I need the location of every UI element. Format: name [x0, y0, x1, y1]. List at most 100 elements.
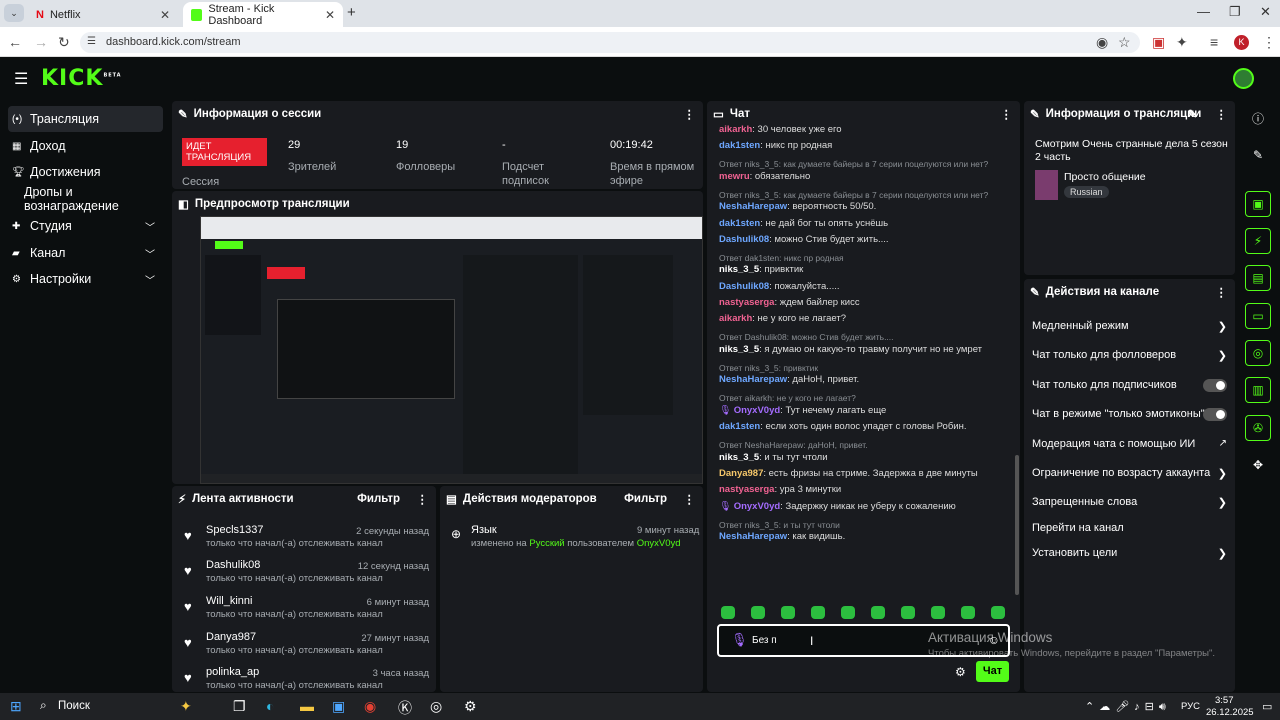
settings-app-icon[interactable]: ⚙ [464, 698, 477, 715]
action-age-restriction[interactable]: Ограничение по возрасту аккаунта ❯ [1032, 467, 1227, 480]
emotes-only-toggle[interactable] [1203, 408, 1227, 421]
bookmark-star-icon[interactable]: ☆ [1118, 34, 1131, 51]
chat-username[interactable]: aikarkh [719, 313, 752, 324]
action-banned-words[interactable]: Запрещенные слова ❯ [1032, 496, 1227, 509]
chat-username[interactable]: mewru [719, 171, 750, 182]
forward-icon[interactable]: → [34, 34, 48, 50]
reload-icon[interactable]: ↻ [58, 34, 70, 51]
more-icon[interactable]: ⋮ [417, 492, 429, 506]
profile-avatar[interactable]: K [1234, 35, 1249, 50]
activity-filter-button[interactable]: Фильтр [357, 493, 400, 505]
category-thumbnail[interactable] [1035, 170, 1058, 200]
close-tab-icon[interactable]: ✕ [160, 8, 170, 22]
eye-off-icon[interactable]: ◉ [1096, 34, 1108, 51]
tray-icons[interactable]: ⌃☁🎤︎♪⊟🔊︎ [1085, 700, 1171, 714]
chat-username[interactable]: NeshaHarepaw [719, 201, 787, 212]
emote-button[interactable] [901, 606, 915, 619]
close-window-icon[interactable]: ✕ [1260, 4, 1271, 20]
chat-username[interactable]: nastyaserga [719, 484, 774, 495]
action-go-to-channel[interactable]: Перейти на канал [1032, 522, 1227, 534]
clock-date[interactable]: 26.12.2025 [1206, 707, 1254, 718]
bolt-icon[interactable]: ⚡︎ [1245, 228, 1271, 254]
more-icon[interactable]: ⋮ [684, 107, 696, 121]
more-icon[interactable]: ⋮ [1216, 107, 1228, 121]
browser-tab-netflix[interactable]: N Netflix ✕ [28, 2, 178, 27]
back-icon[interactable]: ← [8, 34, 22, 50]
close-tab-icon[interactable]: ✕ [325, 8, 335, 22]
sidebar-item-achievements[interactable]: 🏆︎ Достижения [8, 159, 163, 185]
emote-button[interactable] [721, 606, 735, 619]
chat-username[interactable]: Danya987 [719, 468, 763, 479]
emote-button[interactable] [871, 606, 885, 619]
chat-username[interactable]: NeshaHarepaw [719, 531, 787, 542]
url-field[interactable]: dashboard.kick.com/stream [80, 32, 1140, 53]
task-view-icon[interactable]: ❐ [233, 698, 246, 715]
emote-button[interactable] [751, 606, 765, 619]
chat-username[interactable]: niks_3_5 [719, 344, 759, 355]
chat-username[interactable]: Dashulik08 [719, 234, 769, 245]
minimize-icon[interactable]: — [1197, 4, 1210, 19]
browser-menu-icon[interactable]: ⋮ [1262, 34, 1276, 51]
sidebar-item-channel[interactable]: ▰ Канал ﹀ [8, 240, 163, 266]
obs-icon[interactable]: ◎ [430, 698, 442, 715]
sidebar-item-settings[interactable]: ⚙ Настройки ﹀ [8, 266, 163, 292]
category-name[interactable]: Просто общение [1064, 171, 1146, 183]
add-widget-icon[interactable]: ✥ [1240, 452, 1276, 478]
widgets-icon[interactable]: ✦ [180, 698, 192, 715]
chat-username[interactable]: NeshaHarepaw [719, 374, 787, 385]
store-icon[interactable]: ▣ [332, 698, 345, 715]
more-icon[interactable]: ⋮ [1216, 285, 1228, 299]
action-ai-moderation[interactable]: Модерация чата с помощью ИИ ↗ [1032, 438, 1227, 450]
chat-username[interactable]: OnyxV0yd [734, 405, 780, 416]
user-avatar[interactable] [1233, 68, 1254, 89]
puzzle-icon[interactable]: ✦ [1176, 34, 1188, 51]
stream-preview-video[interactable] [200, 216, 703, 484]
chat-username[interactable]: OnyxV0yd [734, 501, 780, 512]
mod-filter-button[interactable]: Фильтр [624, 493, 667, 505]
chat-username[interactable]: niks_3_5 [719, 452, 759, 463]
tab-list-button[interactable]: ⌄ [4, 4, 24, 22]
search-icon[interactable]: ⌕ [40, 698, 47, 713]
emote-button[interactable] [781, 606, 795, 619]
file-explorer-icon[interactable]: ▬ [300, 698, 314, 714]
emote-button[interactable] [991, 606, 1005, 619]
chrome-icon[interactable]: ◉ [364, 698, 376, 715]
emote-button[interactable] [961, 606, 975, 619]
taskbar-search-label[interactable]: Поиск [58, 700, 90, 712]
chat-settings-icon[interactable]: ⚙ [955, 665, 966, 679]
tag-badge[interactable]: Russian [1064, 186, 1109, 198]
capture-icon[interactable]: ▣ [1245, 191, 1271, 217]
new-tab-button[interactable]: + [347, 4, 356, 21]
chat-send-button[interactable]: Чат [976, 661, 1009, 682]
info-icon[interactable]: ⓘ [1240, 105, 1276, 131]
notifications-icon[interactable]: ▭ [1262, 700, 1272, 713]
restore-icon[interactable]: ❐ [1229, 4, 1241, 20]
site-info-icon[interactable]: ☰ [87, 36, 96, 47]
chat-username[interactable]: nastyaserga [719, 297, 774, 308]
sidebar-item-revenue[interactable]: ▦ Доход [8, 133, 163, 159]
language-indicator[interactable]: РУС [1181, 701, 1200, 712]
edit-tool-icon[interactable]: ✎ [1240, 142, 1276, 168]
emote-button[interactable] [931, 606, 945, 619]
kick-app-icon[interactable]: Ⓚ [398, 698, 412, 718]
sidebar-item-studio[interactable]: ✚ Студия ﹀ [8, 213, 163, 239]
emote-button[interactable] [841, 606, 855, 619]
hamburger-menu-icon[interactable]: ☰ [14, 69, 28, 89]
action-set-goals[interactable]: Установить цели ❯ [1032, 547, 1227, 560]
chat-username[interactable]: niks_3_5 [719, 264, 759, 275]
emote-button[interactable] [811, 606, 825, 619]
sidebar-item-drops[interactable]: Дропы и вознаграждение [8, 185, 163, 213]
chat-username[interactable]: aikarkh [719, 124, 752, 135]
clock-time[interactable]: 3:57 [1215, 695, 1234, 706]
action-slow-mode[interactable]: Медленный режим ❯ [1032, 320, 1227, 333]
broadcast-tool-icon[interactable]: ◎ [1245, 340, 1271, 366]
layout-icon[interactable]: ▥ [1245, 377, 1271, 403]
chat-scrollbar[interactable] [1015, 455, 1019, 595]
notes-icon[interactable]: ▤ [1245, 265, 1271, 291]
browser-tab-kick[interactable]: Stream - Kick Dashboard ✕ [183, 2, 343, 27]
wrench-icon[interactable]: ✇ [1245, 415, 1271, 441]
subscribers-only-toggle[interactable] [1203, 379, 1227, 392]
chat-username[interactable]: Dashulik08 [719, 281, 769, 292]
edit-icon[interactable]: ✎ [1187, 107, 1197, 121]
kick-logo[interactable]: KICKBETA [41, 66, 122, 91]
